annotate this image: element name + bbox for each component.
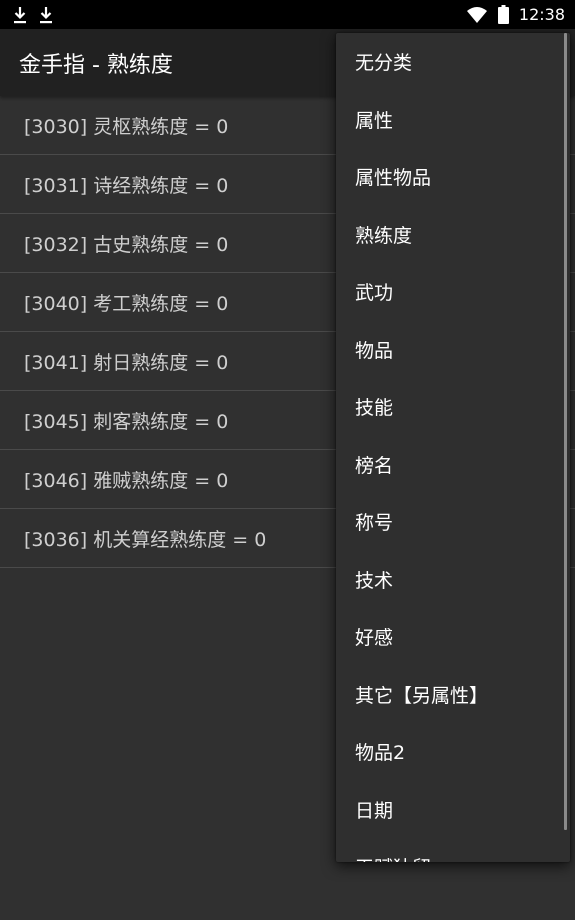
menu-item-attribute-items[interactable]: 属性物品	[336, 148, 570, 206]
menu-item-uncategorized[interactable]: 无分类	[336, 33, 570, 91]
menu-item-items[interactable]: 物品	[336, 321, 570, 379]
menu-item-other-attributes[interactable]: 其它【另属性】	[336, 666, 570, 724]
wifi-icon	[466, 6, 487, 23]
menu-item-affection[interactable]: 好感	[336, 608, 570, 666]
menu-item-martial-arts[interactable]: 武功	[336, 263, 570, 321]
download-icon	[40, 6, 52, 23]
menu-item-items-2[interactable]: 物品2	[336, 723, 570, 781]
status-bar: 12:38	[0, 0, 575, 29]
menu-item-titles[interactable]: 称号	[336, 493, 570, 551]
page-title: 金手指 - 熟练度	[19, 52, 173, 78]
system-icons: 12:38	[466, 5, 575, 24]
notification-icons	[0, 5, 54, 25]
category-dropdown-menu: 无分类 属性 属性物品 熟练度 武功 物品 技能 榜名 称号 技术 好感 其它【…	[336, 33, 570, 862]
download-icon	[14, 6, 26, 23]
battery-icon	[497, 5, 509, 24]
status-time: 12:38	[518, 5, 565, 24]
menu-item-skills[interactable]: 技能	[336, 378, 570, 436]
menu-scrollbar[interactable]	[564, 33, 567, 830]
menu-item-attributes[interactable]: 属性	[336, 91, 570, 149]
menu-item-date[interactable]: 日期	[336, 781, 570, 839]
menu-item-talent[interactable]: 天赋独留	[336, 838, 570, 862]
menu-item-proficiency[interactable]: 熟练度	[336, 206, 570, 264]
menu-item-rank-names[interactable]: 榜名	[336, 436, 570, 494]
menu-item-techniques[interactable]: 技术	[336, 551, 570, 609]
